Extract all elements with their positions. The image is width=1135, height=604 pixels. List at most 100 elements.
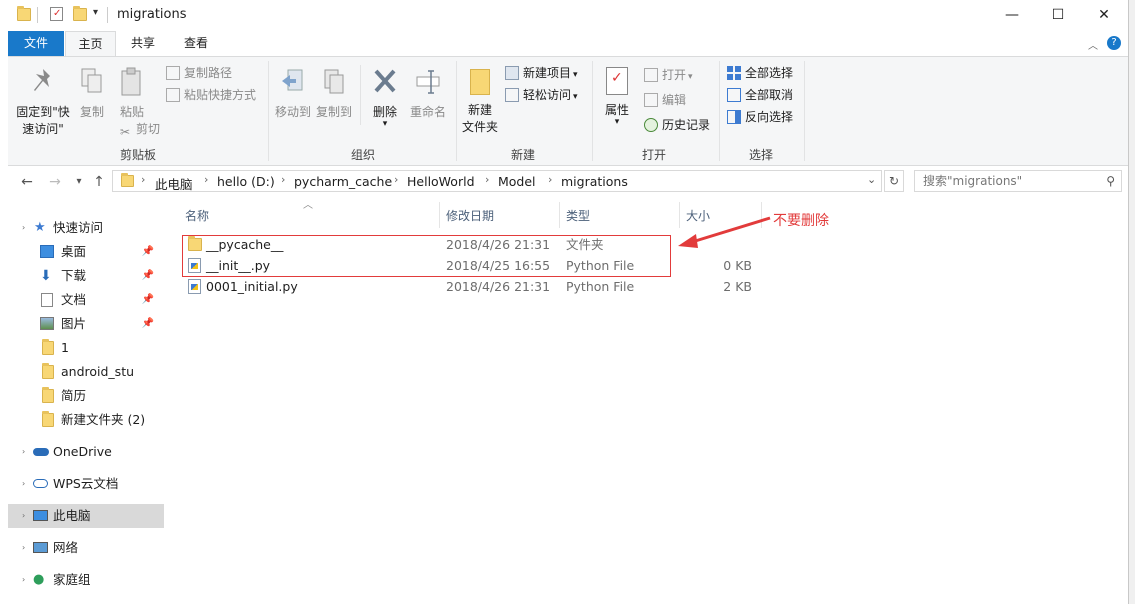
pin-quick-access-button[interactable]: 固定到"快 速访问" <box>12 67 74 137</box>
nav-this-pc[interactable]: › 此电脑 <box>8 504 164 528</box>
properties-quick-icon[interactable]: ✓ <box>50 7 63 21</box>
paste-shortcut-icon <box>166 88 180 102</box>
title-bar: ✓ ▾ migrations — ☐ ✕ <box>0 0 1128 31</box>
close-button[interactable]: ✕ <box>1081 0 1127 30</box>
select-all-button[interactable]: 全部选择 <box>727 63 793 83</box>
nav-folder-resume[interactable]: 简历 <box>8 384 164 408</box>
nav-desktop[interactable]: 桌面 📌 <box>8 240 164 264</box>
select-all-icon <box>727 66 741 80</box>
nav-label: 快速访问 <box>53 220 104 235</box>
paste-shortcut-button[interactable]: 粘贴快捷方式 <box>166 85 256 105</box>
breadcrumb-separator[interactable]: › <box>204 173 208 186</box>
separator <box>107 7 108 23</box>
python-file-icon <box>188 279 201 294</box>
maximize-button[interactable]: ☐ <box>1035 0 1081 30</box>
easy-access-button[interactable]: 轻松访问 ▾ <box>505 85 578 105</box>
nav-homegroup[interactable]: › ● 家庭组 <box>8 568 164 592</box>
delete-dropdown-icon[interactable]: ▾ <box>367 120 403 129</box>
help-icon[interactable]: ? <box>1107 36 1121 50</box>
copy-button[interactable]: 复制 <box>76 67 108 120</box>
nav-network[interactable]: › 网络 <box>8 536 164 560</box>
nav-downloads[interactable]: ⬇ 下载 📌 <box>8 264 164 288</box>
edit-button[interactable]: 编辑 <box>644 90 686 110</box>
expand-icon[interactable]: › <box>22 472 25 496</box>
breadcrumb-this-pc[interactable]: 此电脑 <box>155 174 193 193</box>
paste-button[interactable]: 粘贴 <box>114 67 150 120</box>
breadcrumb-pycharm-cache[interactable]: pycharm_cache <box>294 174 392 189</box>
folder-icon[interactable] <box>17 6 31 21</box>
select-none-button[interactable]: 全部取消 <box>727 85 793 105</box>
cut-button[interactable]: ✂ 剪切 <box>118 119 160 139</box>
breadcrumb-drive[interactable]: hello (D:) <box>217 174 275 189</box>
column-divider[interactable] <box>559 202 560 228</box>
expand-icon[interactable]: › <box>22 216 25 240</box>
properties-button[interactable]: ✓ 属性 ▾ <box>598 67 636 127</box>
pin-icon[interactable]: 📌 <box>142 312 154 336</box>
expand-icon[interactable]: › <box>22 440 25 464</box>
expand-icon[interactable]: › <box>22 568 25 592</box>
search-icon[interactable]: ⚲ <box>1106 171 1115 191</box>
customize-toolbar-icon[interactable]: ▾ <box>93 7 98 18</box>
pin-icon[interactable]: 📌 <box>142 240 154 264</box>
expand-icon[interactable]: › <box>22 536 25 560</box>
tab-view[interactable]: 查看 <box>170 31 222 56</box>
breadcrumb-separator[interactable]: › <box>141 173 145 186</box>
chevron-down-icon: ▾ <box>573 92 578 102</box>
column-header-type[interactable]: 类型 <box>566 204 590 228</box>
rename-icon <box>415 67 441 97</box>
breadcrumb-helloworld[interactable]: HelloWorld <box>407 174 475 189</box>
address-dropdown-icon[interactable]: ⌄ <box>867 173 876 186</box>
pin-icon[interactable]: 📌 <box>142 288 154 312</box>
new-item-button[interactable]: 新建项目 ▾ <box>505 63 578 83</box>
minimize-button[interactable]: — <box>989 0 1035 30</box>
breadcrumb-separator[interactable]: › <box>485 173 489 186</box>
new-folder-quick-icon[interactable] <box>73 6 87 21</box>
network-icon <box>33 542 48 553</box>
move-to-button[interactable]: 移动到 <box>274 67 312 120</box>
breadcrumb-migrations[interactable]: migrations <box>561 174 628 189</box>
invert-selection-icon <box>727 110 741 124</box>
column-divider[interactable] <box>439 202 440 228</box>
tab-home[interactable]: 主页 <box>65 31 116 57</box>
column-header-name[interactable]: 名称 <box>185 204 209 228</box>
collapse-ribbon-icon[interactable]: ︿ <box>1088 37 1098 52</box>
nav-label: 文档 <box>61 292 87 307</box>
column-header-date[interactable]: 修改日期 <box>446 204 494 228</box>
nav-documents[interactable]: 文档 📌 <box>8 288 164 312</box>
file-row-0001-initial[interactable]: 0001_initial.py 2018/4/26 21:31 Python F… <box>180 276 752 297</box>
copy-to-button[interactable]: 复制到 <box>315 67 353 120</box>
up-arrow-icon[interactable]: ↑ <box>90 173 108 191</box>
back-arrow-icon[interactable]: ← <box>18 173 36 191</box>
expand-icon[interactable]: › <box>22 504 25 528</box>
breadcrumb-model[interactable]: Model <box>498 174 536 189</box>
tab-file[interactable]: 文件 <box>8 31 64 56</box>
invert-selection-label: 反向选择 <box>745 110 794 124</box>
history-button[interactable]: 历史记录 <box>644 115 710 135</box>
forward-arrow-icon[interactable]: → <box>46 173 64 191</box>
nav-folder-new-2[interactable]: 新建文件夹 (2) <box>8 408 164 432</box>
invert-selection-button[interactable]: 反向选择 <box>727 107 793 127</box>
delete-button[interactable]: 删除 ▾ <box>367 67 403 129</box>
open-button[interactable]: 打开 ▾ <box>644 65 693 85</box>
copy-path-button[interactable]: 复制路径 <box>166 63 232 83</box>
nav-wps-cloud[interactable]: › WPS云文档 <box>8 472 164 496</box>
breadcrumb-separator[interactable]: › <box>394 173 398 186</box>
group-separator <box>268 61 269 161</box>
nav-quick-access[interactable]: › ★ 快速访问 <box>8 216 164 240</box>
breadcrumb-separator[interactable]: › <box>281 173 285 186</box>
tab-share[interactable]: 共享 <box>118 31 168 56</box>
breadcrumb-separator[interactable]: › <box>548 173 552 186</box>
address-bar[interactable]: › 此电脑 › hello (D:) › pycharm_cache › Hel… <box>112 170 882 192</box>
rename-button[interactable]: 重命名 <box>406 67 450 120</box>
nav-onedrive[interactable]: › OneDrive <box>8 440 164 464</box>
search-input[interactable]: 搜索"migrations" ⚲ <box>914 170 1122 192</box>
recent-locations-icon[interactable]: ▾ <box>70 173 88 191</box>
pin-icon[interactable]: 📌 <box>142 264 154 288</box>
properties-dropdown-icon[interactable]: ▾ <box>598 118 636 127</box>
refresh-icon[interactable]: ↻ <box>884 170 904 192</box>
new-folder-button[interactable]: 新建 文件夹 <box>458 67 502 135</box>
nav-folder-1[interactable]: 1 <box>8 336 164 360</box>
nav-pictures[interactable]: 图片 📌 <box>8 312 164 336</box>
nav-folder-android-stu[interactable]: android_stu <box>8 360 164 384</box>
desktop-icon <box>40 245 54 258</box>
